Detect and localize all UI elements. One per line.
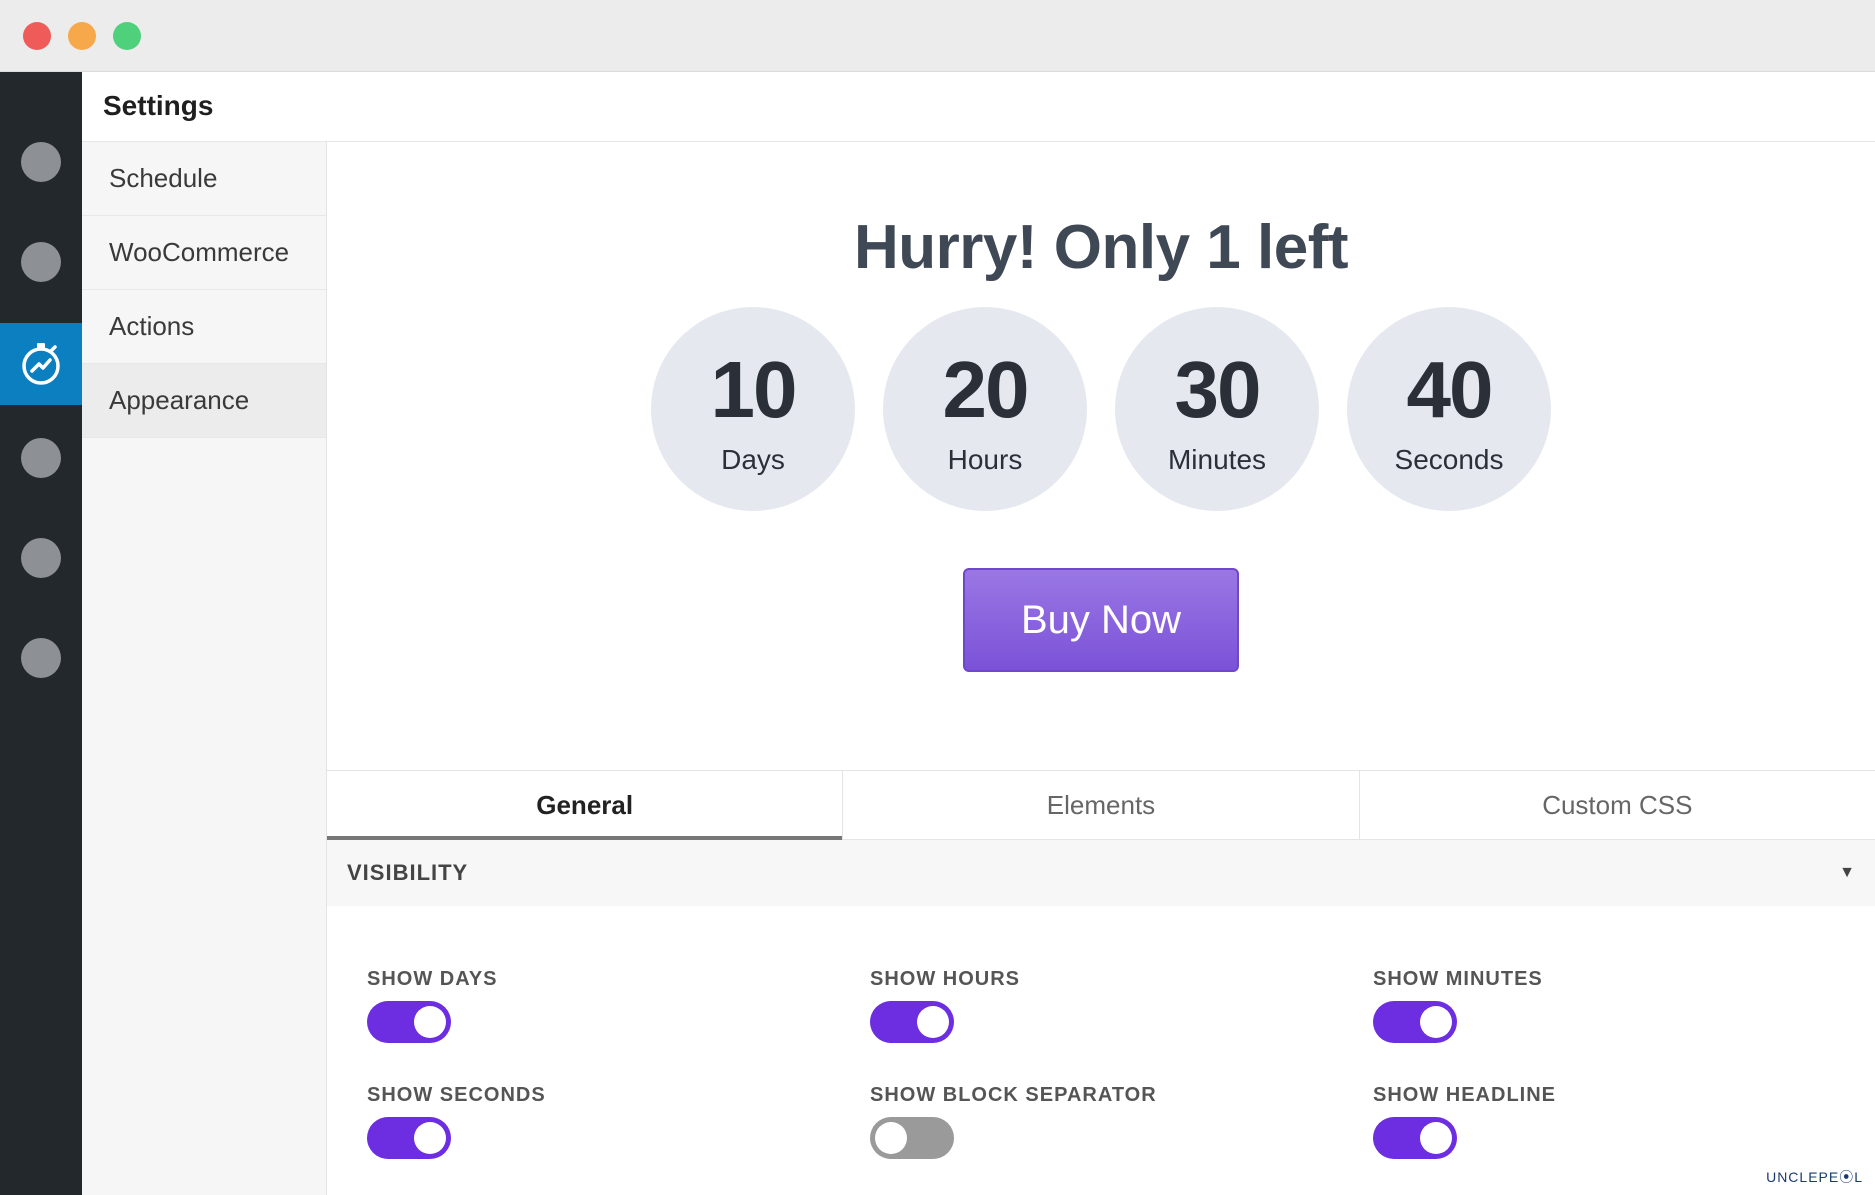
toggle-knob [414,1122,446,1154]
show-block-separator-label: SHOW BLOCK SEPARATOR [870,1084,1157,1106]
show-days-label: SHOW DAYS [367,968,498,990]
countdown-unit: Seconds [1394,444,1504,475]
settings-subnav: Schedule WooCommerce Actions Appearance [82,142,327,1195]
toggle-knob [1420,1122,1452,1154]
tab-general[interactable]: General [327,771,844,840]
countdown-blocks: 10 Days 20 Hours 30 Minutes 40 Seconds [651,307,1551,511]
countdown-unit: Days [721,444,785,475]
minimize-window-button[interactable] [68,22,96,50]
visibility-section-header[interactable]: VISIBILITY ▼ [327,840,1875,906]
admin-icon-rail [0,72,82,1195]
visibility-section-title: VISIBILITY [347,860,469,885]
toggle-knob [414,1006,446,1038]
settings-title: Settings [103,90,214,121]
watermark-logo: UNCLEPE⦿L [1766,1169,1863,1185]
countdown-value: 40 [1406,345,1494,434]
show-headline-toggle[interactable] [1373,1117,1457,1159]
settings-header [82,72,1875,142]
toggle-knob [875,1122,907,1154]
window-titlebar [0,0,1875,72]
show-minutes-label: SHOW MINUTES [1373,968,1543,990]
close-window-button[interactable] [23,22,51,50]
subnav-item-woocommerce[interactable]: WooCommerce [82,216,326,290]
countdown-headline: Hurry! Only 1 left [854,213,1349,282]
subnav-item-schedule[interactable]: Schedule [82,142,326,216]
show-seconds-toggle[interactable] [367,1117,451,1159]
countdown-value: 10 [710,345,798,434]
subnav-item-appearance[interactable]: Appearance [82,364,326,438]
show-days-toggle[interactable] [367,1001,451,1043]
countdown-block-minutes: 30 Minutes [1115,307,1319,511]
show-hours-toggle[interactable] [870,1001,954,1043]
countdown-block-hours: 20 Hours [883,307,1087,511]
rail-item-countdown[interactable] [0,323,82,405]
rail-icon-4[interactable] [21,438,61,478]
toggle-knob [1420,1006,1452,1038]
rail-icon-5[interactable] [21,538,61,578]
countdown-block-seconds: 40 Seconds [1347,307,1551,511]
settings-tabs: General Elements Custom CSS [327,770,1875,840]
stopwatch-icon [22,343,60,385]
rail-icon-2[interactable] [21,242,61,282]
zoom-window-button[interactable] [113,22,141,50]
tab-custom-css[interactable]: Custom CSS [1360,771,1875,839]
countdown-preview: Hurry! Only 1 left 10 Days 20 Hours 30 M… [327,142,1875,770]
show-hours-label: SHOW HOURS [870,968,1020,990]
countdown-block-days: 10 Days [651,307,855,511]
rail-icon-6[interactable] [21,638,61,678]
buy-now-button[interactable]: Buy Now [963,568,1239,672]
countdown-unit: Minutes [1167,444,1267,475]
show-minutes-toggle[interactable] [1373,1001,1457,1043]
rail-icon-1[interactable] [21,142,61,182]
toggle-knob [917,1006,949,1038]
caret-down-icon: ▼ [1839,864,1855,881]
tab-elements[interactable]: Elements [843,771,1360,839]
countdown-unit: Hours [947,444,1023,475]
show-headline-label: SHOW HEADLINE [1373,1084,1556,1106]
show-seconds-label: SHOW SECONDS [367,1084,546,1106]
show-block-separator-toggle[interactable] [870,1117,954,1159]
countdown-value: 20 [942,345,1030,434]
countdown-value: 30 [1174,345,1262,434]
subnav-item-actions[interactable]: Actions [82,290,326,364]
